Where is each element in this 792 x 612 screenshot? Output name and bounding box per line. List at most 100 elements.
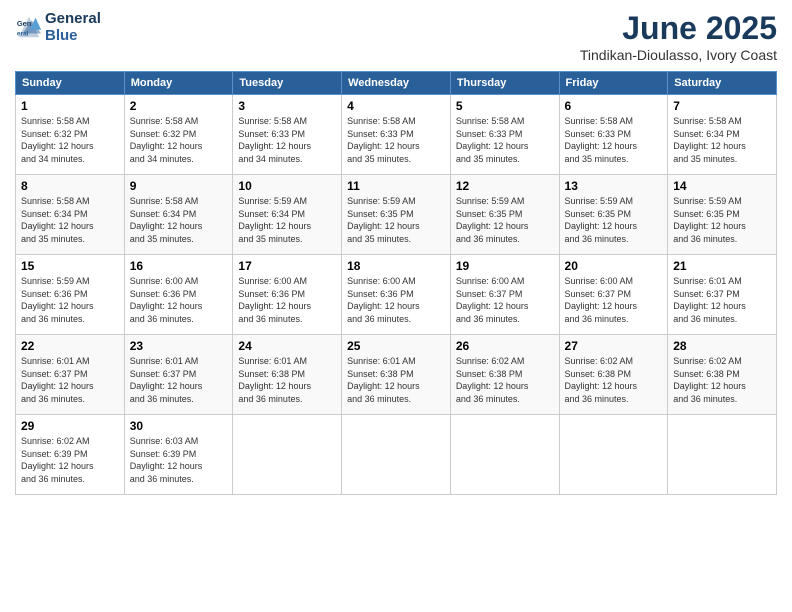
day-number: 29 (21, 419, 119, 433)
calendar-cell-23: 23 Sunrise: 6:01 AMSunset: 6:37 PMDayligh… (124, 335, 233, 415)
day-header-saturday: Saturday (668, 72, 777, 95)
header: Gen eral General Blue June 2025 Tindikan… (15, 10, 777, 63)
calendar-cell-30: 30 Sunrise: 6:03 AMSunset: 6:39 PMDayligh… (124, 415, 233, 495)
day-header-monday: Monday (124, 72, 233, 95)
week-row: 8 Sunrise: 5:58 AMSunset: 6:34 PMDaylight… (16, 175, 777, 255)
day-info: Sunrise: 6:01 AMSunset: 6:38 PMDaylight:… (347, 356, 420, 404)
calendar-cell-13: 13 Sunrise: 5:59 AMSunset: 6:35 PMDayligh… (559, 175, 668, 255)
day-number: 12 (456, 179, 554, 193)
calendar-cell-19: 19Sunrise: 6:00 AMSunset: 6:37 PMDayligh… (450, 255, 559, 335)
day-info: Sunrise: 6:00 AMSunset: 6:36 PMDaylight:… (130, 276, 203, 324)
calendar-subtitle: Tindikan-Dioulasso, Ivory Coast (580, 47, 777, 63)
calendar-cell-empty (450, 415, 559, 495)
day-info: Sunrise: 5:58 AMSunset: 6:33 PMDaylight:… (347, 116, 420, 164)
calendar-cell-7: 7 Sunrise: 5:58 AMSunset: 6:34 PMDaylight… (668, 95, 777, 175)
svg-text:eral: eral (17, 30, 29, 37)
day-info: Sunrise: 5:59 AMSunset: 6:35 PMDaylight:… (673, 196, 746, 244)
calendar-title: June 2025 (580, 10, 777, 47)
day-number: 26 (456, 339, 554, 353)
day-info: Sunrise: 5:58 AMSunset: 6:33 PMDaylight:… (238, 116, 311, 164)
logo-text: General Blue (45, 10, 101, 44)
svg-text:Gen: Gen (17, 19, 32, 28)
day-info: Sunrise: 6:02 AMSunset: 6:38 PMDaylight:… (456, 356, 529, 404)
calendar-cell-29: 29 Sunrise: 6:02 AMSunset: 6:39 PMDayligh… (16, 415, 125, 495)
day-number: 8 (21, 179, 119, 193)
day-header-wednesday: Wednesday (342, 72, 451, 95)
calendar-cell-22: 22Sunrise: 6:01 AMSunset: 6:37 PMDayligh… (16, 335, 125, 415)
day-info: Sunrise: 6:00 AMSunset: 6:37 PMDaylight:… (565, 276, 638, 324)
calendar-cell-28: 28Sunrise: 6:02 AMSunset: 6:38 PMDayligh… (668, 335, 777, 415)
day-number: 3 (238, 99, 336, 113)
day-info: Sunrise: 6:02 AMSunset: 6:38 PMDaylight:… (565, 356, 638, 404)
week-row: 1Sunrise: 5:58 AMSunset: 6:32 PMDaylight… (16, 95, 777, 175)
day-info: Sunrise: 6:03 AMSunset: 6:39 PMDaylight:… (130, 436, 203, 484)
calendar-cell-empty (559, 415, 668, 495)
day-number: 25 (347, 339, 445, 353)
day-info: Sunrise: 6:02 AMSunset: 6:39 PMDaylight:… (21, 436, 94, 484)
day-number: 30 (130, 419, 228, 433)
day-header-sunday: Sunday (16, 72, 125, 95)
calendar-cell-12: 12 Sunrise: 5:59 AMSunset: 6:35 PMDayligh… (450, 175, 559, 255)
day-number: 13 (565, 179, 663, 193)
day-number: 22 (21, 339, 119, 353)
calendar-cell-2: 2Sunrise: 5:58 AMSunset: 6:32 PMDaylight… (124, 95, 233, 175)
day-number: 23 (130, 339, 228, 353)
calendar-cell-15: 15Sunrise: 5:59 AMSunset: 6:36 PMDayligh… (16, 255, 125, 335)
calendar-cell-empty (233, 415, 342, 495)
day-number: 10 (238, 179, 336, 193)
calendar-cell-14: 14 Sunrise: 5:59 AMSunset: 6:35 PMDayligh… (668, 175, 777, 255)
calendar-cell-5: 5 Sunrise: 5:58 AMSunset: 6:33 PMDaylight… (450, 95, 559, 175)
title-block: June 2025 Tindikan-Dioulasso, Ivory Coas… (580, 10, 777, 63)
calendar-cell-16: 16 Sunrise: 6:00 AMSunset: 6:36 PMDayligh… (124, 255, 233, 335)
day-number: 9 (130, 179, 228, 193)
calendar-cell-4: 4 Sunrise: 5:58 AMSunset: 6:33 PMDaylight… (342, 95, 451, 175)
day-number: 24 (238, 339, 336, 353)
day-number: 5 (456, 99, 554, 113)
header-row: SundayMondayTuesdayWednesdayThursdayFrid… (16, 72, 777, 95)
calendar-page: Gen eral General Blue June 2025 Tindikan… (0, 0, 792, 612)
day-number: 6 (565, 99, 663, 113)
day-number: 11 (347, 179, 445, 193)
logo-icon: Gen eral (15, 13, 43, 41)
calendar-cell-empty (342, 415, 451, 495)
day-header-thursday: Thursday (450, 72, 559, 95)
day-info: Sunrise: 5:58 AMSunset: 6:34 PMDaylight:… (130, 196, 203, 244)
calendar-cell-21: 21Sunrise: 6:01 AMSunset: 6:37 PMDayligh… (668, 255, 777, 335)
day-number: 17 (238, 259, 336, 273)
day-number: 16 (130, 259, 228, 273)
logo: Gen eral General Blue (15, 10, 101, 44)
calendar-cell-24: 24 Sunrise: 6:01 AMSunset: 6:38 PMDayligh… (233, 335, 342, 415)
calendar-cell-6: 6 Sunrise: 5:58 AMSunset: 6:33 PMDaylight… (559, 95, 668, 175)
calendar-cell-11: 11 Sunrise: 5:59 AMSunset: 6:35 PMDayligh… (342, 175, 451, 255)
day-info: Sunrise: 6:02 AMSunset: 6:38 PMDaylight:… (673, 356, 746, 404)
day-number: 2 (130, 99, 228, 113)
day-info: Sunrise: 5:58 AMSunset: 6:33 PMDaylight:… (565, 116, 638, 164)
calendar-cell-17: 17 Sunrise: 6:00 AMSunset: 6:36 PMDayligh… (233, 255, 342, 335)
calendar-cell-8: 8 Sunrise: 5:58 AMSunset: 6:34 PMDaylight… (16, 175, 125, 255)
day-number: 19 (456, 259, 554, 273)
day-number: 4 (347, 99, 445, 113)
day-number: 15 (21, 259, 119, 273)
day-info: Sunrise: 5:58 AMSunset: 6:32 PMDaylight:… (21, 116, 94, 164)
day-info: Sunrise: 6:01 AMSunset: 6:37 PMDaylight:… (130, 356, 203, 404)
calendar-cell-10: 10Sunrise: 5:59 AMSunset: 6:34 PMDayligh… (233, 175, 342, 255)
day-info: Sunrise: 5:58 AMSunset: 6:34 PMDaylight:… (673, 116, 746, 164)
day-info: Sunrise: 5:58 AMSunset: 6:33 PMDaylight:… (456, 116, 529, 164)
day-number: 14 (673, 179, 771, 193)
day-info: Sunrise: 6:00 AMSunset: 6:36 PMDaylight:… (347, 276, 420, 324)
calendar-cell-9: 9 Sunrise: 5:58 AMSunset: 6:34 PMDaylight… (124, 175, 233, 255)
day-info: Sunrise: 5:58 AMSunset: 6:34 PMDaylight:… (21, 196, 94, 244)
week-row: 29 Sunrise: 6:02 AMSunset: 6:39 PMDayligh… (16, 415, 777, 495)
day-info: Sunrise: 6:01 AMSunset: 6:38 PMDaylight:… (238, 356, 311, 404)
day-info: Sunrise: 5:59 AMSunset: 6:35 PMDaylight:… (347, 196, 420, 244)
day-number: 18 (347, 259, 445, 273)
week-row: 15Sunrise: 5:59 AMSunset: 6:36 PMDayligh… (16, 255, 777, 335)
day-info: Sunrise: 6:00 AMSunset: 6:36 PMDaylight:… (238, 276, 311, 324)
day-number: 20 (565, 259, 663, 273)
day-number: 7 (673, 99, 771, 113)
day-number: 27 (565, 339, 663, 353)
day-info: Sunrise: 5:59 AMSunset: 6:35 PMDaylight:… (456, 196, 529, 244)
week-row: 22 Sunrise: 6:01 AMSunset: 6:37 PMDayligh… (16, 335, 777, 415)
day-info: Sunrise: 5:59 AMSunset: 6:35 PMDaylight:… (565, 196, 638, 244)
calendar-cell-1: 1Sunrise: 5:58 AMSunset: 6:32 PMDaylight… (16, 95, 125, 175)
